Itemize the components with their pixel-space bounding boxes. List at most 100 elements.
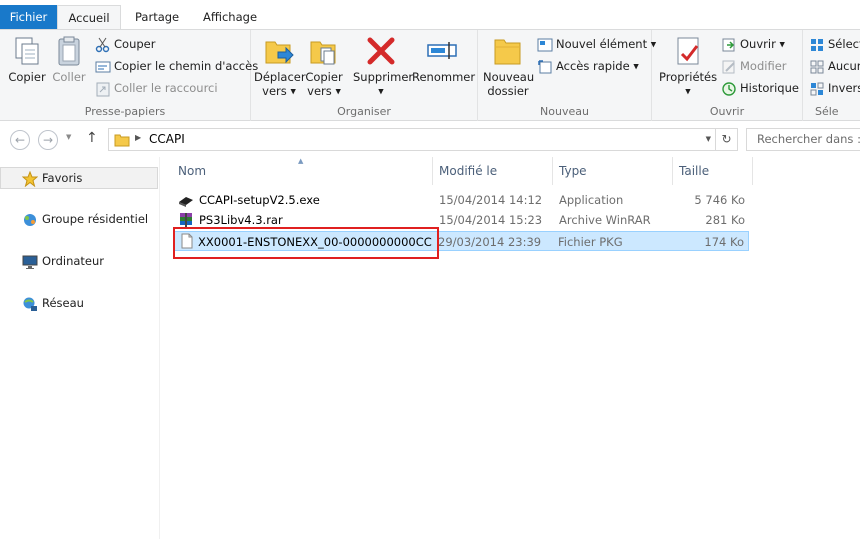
back-button[interactable]: ←: [10, 130, 30, 150]
easy-access-button[interactable]: Accès rapide ▼: [537, 56, 639, 76]
chevron-down-icon: ▼: [779, 40, 785, 49]
copy-path-button[interactable]: Copier le chemin d'accès: [95, 56, 258, 76]
select-none-icon: [809, 59, 825, 75]
file-size: 174 Ko: [704, 235, 744, 249]
invert-selection-label: Invers: [828, 81, 860, 95]
group-select: Sélect Aucun Invers Séle: [803, 30, 860, 121]
forward-button[interactable]: →: [38, 130, 58, 150]
column-header-type[interactable]: Type: [553, 157, 673, 185]
properties-button[interactable]: Propriétés ▼: [659, 34, 717, 99]
nav-item-homegroup[interactable]: Groupe résidentiel: [22, 209, 148, 229]
history-button[interactable]: Historique: [721, 78, 799, 98]
new-folder-button[interactable]: Nouveau dossier: [483, 34, 535, 98]
arrow-up-icon: ↑: [86, 130, 98, 146]
move-to-icon: [262, 34, 296, 68]
new-folder-icon: [491, 34, 525, 68]
select-all-label: Sélect: [828, 37, 860, 51]
open-button[interactable]: Ouvrir ▼: [721, 34, 785, 54]
nav-item-favorites[interactable]: Favoris: [21, 168, 83, 188]
rename-button[interactable]: Renommer: [412, 34, 476, 84]
table-row[interactable]: CCAPI-setupV2.5.exe 15/04/2014 14:12 App…: [174, 190, 749, 210]
copy-path-label: Copier le chemin d'accès: [114, 59, 259, 73]
column-header-date[interactable]: Modifié le: [433, 157, 553, 185]
group-clipboard: Copier Coller Couper Copier le chemin d'…: [0, 30, 258, 121]
select-all-icon: [809, 37, 825, 53]
rename-label: Renommer: [412, 70, 476, 84]
paste-label: Coller: [52, 70, 86, 84]
column-header-name[interactable]: Nom: [172, 157, 433, 185]
cut-button[interactable]: Couper: [95, 34, 155, 54]
file-size: 281 Ko: [705, 213, 745, 227]
edit-label: Modifier: [740, 59, 787, 73]
chevron-down-icon: ▼: [290, 87, 296, 96]
refresh-icon[interactable]: ↻: [715, 129, 737, 150]
invert-selection-icon: [809, 81, 825, 97]
column-header-size[interactable]: Taille: [673, 157, 753, 185]
copy-button[interactable]: Copier: [8, 34, 46, 84]
edit-button[interactable]: Modifier: [721, 56, 787, 76]
chevron-down-icon: ▼: [378, 87, 384, 96]
delete-icon: [364, 34, 398, 68]
select-none-button[interactable]: Aucun: [809, 56, 860, 76]
tab-view[interactable]: Affichage: [193, 5, 267, 29]
new-group-label: Nouveau: [540, 105, 589, 118]
navigation-pane: Favoris Groupe résidentiel Ordinateur Ré…: [0, 157, 160, 539]
paste-shortcut-button[interactable]: Coller le raccourci: [95, 78, 218, 98]
copy-icon: [10, 34, 44, 68]
file-type: Archive WinRAR: [559, 213, 651, 227]
paste-shortcut-icon: [95, 81, 111, 97]
recent-locations-chevron-icon[interactable]: ▼: [66, 133, 71, 141]
clipboard-group-label: Presse-papiers: [84, 105, 166, 118]
network-icon: [22, 296, 38, 312]
file-date: 15/04/2014 15:23: [439, 213, 543, 227]
history-icon: [721, 81, 737, 97]
move-to-button[interactable]: Déplacer vers ▼: [254, 34, 306, 99]
address-input[interactable]: ▶ CCAPI ▼ ↻: [108, 128, 738, 151]
history-label: Historique: [740, 81, 799, 95]
breadcrumb-chevron-icon[interactable]: ▶: [135, 133, 141, 142]
file-date: 29/03/2014 23:39: [438, 235, 542, 249]
ribbon: Copier Coller Couper Copier le chemin d'…: [0, 29, 860, 121]
cut-label: Couper: [114, 37, 156, 51]
nav-item-network[interactable]: Réseau: [22, 293, 84, 313]
copy-to-button[interactable]: Copier vers ▼: [303, 34, 345, 99]
folder-icon: [113, 131, 131, 152]
new-item-button[interactable]: Nouvel élément ▼: [537, 34, 656, 54]
new-folder-label-2: dossier: [487, 84, 529, 98]
file-list: ▲ Nom Modifié le Type Taille CCAPI-setup…: [160, 157, 860, 539]
breadcrumb-ccapi[interactable]: CCAPI: [149, 132, 185, 146]
file-name: CCAPI-setupV2.5.exe: [199, 193, 320, 207]
rename-icon: [425, 34, 459, 68]
select-none-label: Aucun: [828, 59, 860, 73]
homegroup-icon: [22, 212, 38, 228]
delete-button[interactable]: Supprimer ▼: [353, 34, 413, 99]
up-button[interactable]: ↑: [86, 130, 98, 146]
select-all-button[interactable]: Sélect: [809, 34, 860, 54]
scissors-icon: [95, 37, 111, 53]
nav-item-computer[interactable]: Ordinateur: [22, 251, 104, 271]
star-icon: [21, 170, 39, 187]
invert-selection-button[interactable]: Invers: [809, 78, 860, 98]
copy-to-icon: [307, 34, 341, 68]
tab-file[interactable]: Fichier: [0, 5, 57, 29]
paste-icon: [52, 34, 86, 68]
paste-button[interactable]: Coller: [50, 34, 88, 84]
address-dropdown-icon[interactable]: ▼: [706, 135, 711, 143]
new-item-icon: [537, 37, 553, 53]
copy-to-label-1: Copier: [305, 70, 343, 84]
ribbon-tabs: Fichier Accueil Partage Affichage: [0, 0, 860, 30]
arrow-right-icon: →: [42, 133, 54, 147]
chevron-down-icon: ▼: [633, 62, 639, 71]
computer-icon: [22, 254, 38, 270]
select-group-label: Séle: [815, 105, 839, 118]
copy-path-icon: [95, 59, 111, 75]
properties-label: Propriétés: [659, 70, 718, 84]
tab-share[interactable]: Partage: [125, 5, 189, 29]
search-input[interactable]: Rechercher dans : C: [746, 128, 860, 151]
nav-label-homegroup: Groupe résidentiel: [42, 212, 149, 226]
file-type: Fichier PKG: [558, 235, 623, 249]
new-folder-label-1: Nouveau: [483, 70, 535, 84]
copy-label: Copier: [8, 70, 46, 84]
tab-home[interactable]: Accueil: [57, 5, 121, 30]
nav-label-favorites: Favoris: [42, 171, 83, 185]
